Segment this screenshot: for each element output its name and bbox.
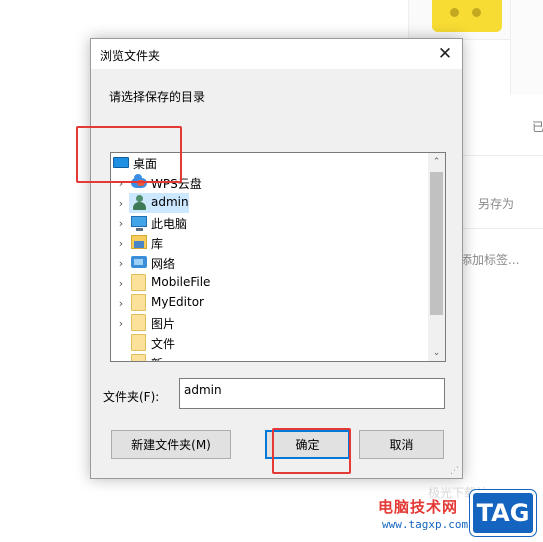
user-icon bbox=[132, 195, 146, 210]
chevron-down-icon: ⌄ bbox=[432, 347, 441, 358]
folder-icon bbox=[131, 294, 146, 311]
tree-item-files[interactable]: 文件 bbox=[111, 333, 429, 353]
background-panel bbox=[462, 155, 543, 295]
chevron-right-icon[interactable]: › bbox=[115, 193, 127, 213]
folder-field-label: 文件夹(F): bbox=[103, 390, 160, 404]
scroll-down-button[interactable]: ⌄ bbox=[428, 344, 445, 361]
tree-scrollbar[interactable]: ⌃ ⌄ bbox=[428, 153, 445, 361]
library-icon bbox=[131, 235, 147, 249]
tree-item-label: 此电脑 bbox=[151, 217, 188, 231]
tree-item-label: admin bbox=[151, 195, 189, 209]
tree-item-pictures[interactable]: › 图片 bbox=[111, 313, 429, 333]
watermark-site-name: 电脑技术网 bbox=[378, 498, 459, 516]
tree-item-this-pc[interactable]: › 此电脑 bbox=[111, 213, 429, 233]
dialog-prompt: 请选择保存的目录 bbox=[109, 90, 206, 104]
chevron-up-icon: ⌃ bbox=[432, 156, 441, 167]
chevron-right-icon[interactable]: › bbox=[115, 253, 127, 273]
scroll-thumb[interactable] bbox=[430, 172, 443, 315]
resize-grip-icon[interactable]: ⋰ bbox=[450, 466, 460, 476]
chevron-right-icon[interactable]: › bbox=[115, 273, 127, 293]
annotation-box-desktop bbox=[76, 126, 182, 183]
network-icon bbox=[131, 256, 147, 268]
chevron-right-icon[interactable]: › bbox=[115, 233, 127, 253]
tree-item-label: 图片 bbox=[151, 317, 176, 331]
annotation-box-ok bbox=[272, 428, 351, 474]
folder-tree[interactable]: 桌面 › WPS云盘 › admin › 此电脑 › 库 › 网络 › Mobi… bbox=[110, 152, 446, 362]
tree-item-label: 库 bbox=[151, 237, 164, 251]
background-divider bbox=[462, 228, 543, 229]
close-button[interactable]: ✕ bbox=[428, 39, 462, 69]
tree-item-new[interactable]: 新 bbox=[111, 353, 429, 361]
chevron-right-icon[interactable]: › bbox=[115, 213, 127, 233]
cancel-button[interactable]: 取消 bbox=[359, 430, 444, 459]
chevron-right-icon[interactable]: › bbox=[115, 313, 127, 333]
background-save-as-button[interactable]: 另存为 bbox=[478, 195, 514, 212]
tree-item-admin[interactable]: › admin bbox=[111, 193, 429, 213]
tree-item-label: 文件 bbox=[151, 337, 176, 351]
tree-item-network[interactable]: › 网络 bbox=[111, 253, 429, 273]
background-status-text: 已 bbox=[532, 120, 543, 134]
background-thumbnail bbox=[432, 0, 502, 32]
folder-icon bbox=[131, 334, 146, 351]
watermark-tag-logo: TAG bbox=[469, 489, 537, 537]
folder-icon bbox=[131, 354, 146, 361]
background-card-right bbox=[510, 0, 543, 95]
folder-icon bbox=[131, 274, 146, 291]
tree-item-library[interactable]: › 库 bbox=[111, 233, 429, 253]
background-add-tag-link[interactable]: 添加标签... bbox=[460, 251, 519, 268]
tree-item-label: MyEditor bbox=[151, 295, 204, 309]
computer-icon bbox=[131, 216, 147, 231]
tree-item-label: 新 bbox=[151, 355, 163, 361]
chevron-right-icon[interactable]: › bbox=[115, 293, 127, 313]
tree-item-mobilefile[interactable]: › MobileFile bbox=[111, 273, 429, 293]
folder-name-input[interactable]: admin bbox=[179, 378, 445, 409]
scroll-up-button[interactable]: ⌃ bbox=[428, 153, 445, 170]
folder-icon bbox=[131, 314, 146, 331]
close-icon: ✕ bbox=[437, 44, 453, 64]
watermark-url: www.tagxp.com bbox=[382, 518, 469, 531]
tree-item-label: MobileFile bbox=[151, 275, 211, 289]
new-folder-button[interactable]: 新建文件夹(M) bbox=[111, 430, 231, 459]
dialog-title: 浏览文件夹 bbox=[100, 49, 161, 63]
tree-item-myeditor[interactable]: › MyEditor bbox=[111, 293, 429, 313]
browse-folder-dialog: 浏览文件夹 ✕ 请选择保存的目录 桌面 › WPS云盘 › admin › 此电… bbox=[90, 38, 463, 479]
dialog-titlebar[interactable]: 浏览文件夹 ✕ bbox=[91, 39, 462, 69]
tree-item-label: 网络 bbox=[151, 257, 176, 271]
